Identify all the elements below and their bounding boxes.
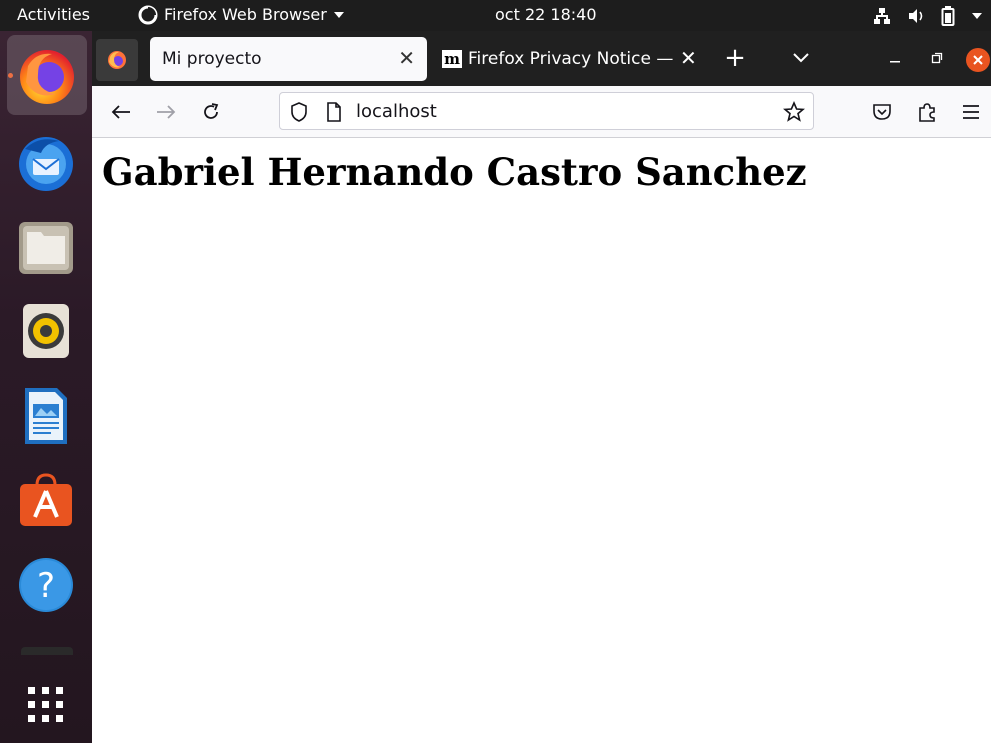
app-grid-icon bbox=[28, 687, 63, 722]
tab-strip: Mi proyecto ✕ m Firefox Privacy Notice —… bbox=[92, 31, 991, 86]
restore-button[interactable] bbox=[924, 45, 950, 71]
firefox-logo-icon bbox=[108, 51, 126, 69]
svg-text:?: ? bbox=[37, 566, 55, 606]
dock-rhythmbox[interactable] bbox=[14, 299, 78, 363]
app-menu-button[interactable] bbox=[958, 99, 984, 125]
close-tab-icon[interactable]: ✕ bbox=[398, 46, 415, 70]
system-menu-chevron-icon bbox=[972, 13, 982, 19]
puzzle-piece-icon bbox=[919, 103, 935, 122]
hamburger-menu-icon bbox=[963, 105, 979, 119]
ubuntu-dock: ? bbox=[0, 31, 92, 743]
show-applications-button[interactable] bbox=[14, 673, 78, 737]
arrow-left-icon bbox=[111, 105, 130, 119]
tab-mi-proyecto[interactable]: Mi proyecto ✕ bbox=[150, 37, 427, 81]
firefox-view-button[interactable] bbox=[96, 39, 138, 81]
dock-thunderbird[interactable] bbox=[14, 130, 78, 194]
new-tab-button[interactable]: + bbox=[720, 43, 750, 73]
restore-icon bbox=[931, 52, 943, 64]
clock[interactable]: oct 22 18:40 bbox=[495, 5, 597, 25]
dock-ubuntu-software[interactable] bbox=[14, 468, 78, 532]
reload-icon bbox=[204, 103, 219, 119]
tab-label: Mi proyecto bbox=[162, 49, 262, 69]
app-menu-label: Firefox Web Browser bbox=[164, 5, 327, 24]
dock-libreoffice-writer[interactable] bbox=[14, 384, 78, 448]
mozilla-m-icon: m bbox=[442, 50, 462, 68]
firefox-icon bbox=[20, 50, 74, 104]
chevron-down-icon bbox=[793, 53, 809, 63]
navigation-toolbar: localhost bbox=[92, 86, 991, 138]
minimize-icon bbox=[890, 61, 900, 63]
tab-label: Firefox Privacy Notice — bbox=[468, 49, 674, 69]
pocket-icon bbox=[873, 104, 891, 120]
page-content: Gabriel Hernando Castro Sanchez bbox=[92, 138, 991, 743]
volume-icon bbox=[909, 9, 923, 23]
dock-firefox[interactable] bbox=[7, 35, 87, 115]
forward-button[interactable] bbox=[153, 99, 179, 125]
reload-button[interactable] bbox=[198, 99, 224, 125]
help-question-icon: ? bbox=[19, 558, 73, 612]
pocket-button[interactable] bbox=[869, 99, 895, 125]
page-info-icon[interactable] bbox=[326, 102, 342, 122]
page-heading: Gabriel Hernando Castro Sanchez bbox=[102, 150, 807, 194]
back-button[interactable] bbox=[108, 99, 134, 125]
tracking-protection-shield-icon[interactable] bbox=[290, 102, 308, 122]
svg-text:m: m bbox=[444, 50, 460, 68]
writer-document-icon bbox=[25, 388, 67, 444]
dock-separator bbox=[21, 647, 73, 655]
close-icon bbox=[973, 55, 983, 65]
url-input[interactable]: localhost bbox=[356, 101, 437, 122]
software-bag-icon bbox=[20, 473, 72, 526]
extensions-button[interactable] bbox=[914, 99, 940, 125]
bookmark-star-icon[interactable] bbox=[783, 101, 805, 123]
files-folder-icon bbox=[19, 222, 73, 274]
activities-button[interactable]: Activities bbox=[17, 5, 90, 25]
dock-files[interactable] bbox=[14, 215, 78, 279]
system-tray[interactable] bbox=[873, 6, 983, 26]
url-bar[interactable]: localhost bbox=[279, 92, 814, 130]
close-window-button[interactable] bbox=[966, 48, 990, 72]
list-all-tabs-button[interactable] bbox=[788, 45, 814, 71]
tab-firefox-privacy-notice[interactable]: m Firefox Privacy Notice — ✕ bbox=[440, 37, 700, 81]
rhythmbox-speaker-icon bbox=[23, 304, 69, 358]
arrow-right-icon bbox=[157, 105, 176, 119]
dock-help[interactable]: ? bbox=[14, 553, 78, 617]
firefox-app-icon bbox=[138, 5, 158, 25]
app-menu[interactable]: Firefox Web Browser bbox=[138, 5, 345, 25]
gnome-top-bar: Activities Firefox Web Browser oct 22 18… bbox=[0, 0, 991, 31]
minimize-button[interactable] bbox=[882, 45, 908, 71]
close-tab-icon[interactable]: ✕ bbox=[680, 46, 697, 70]
thunderbird-icon bbox=[19, 137, 73, 191]
battery-icon bbox=[941, 6, 955, 26]
network-icon bbox=[874, 8, 890, 24]
chevron-down-icon bbox=[333, 12, 344, 18]
